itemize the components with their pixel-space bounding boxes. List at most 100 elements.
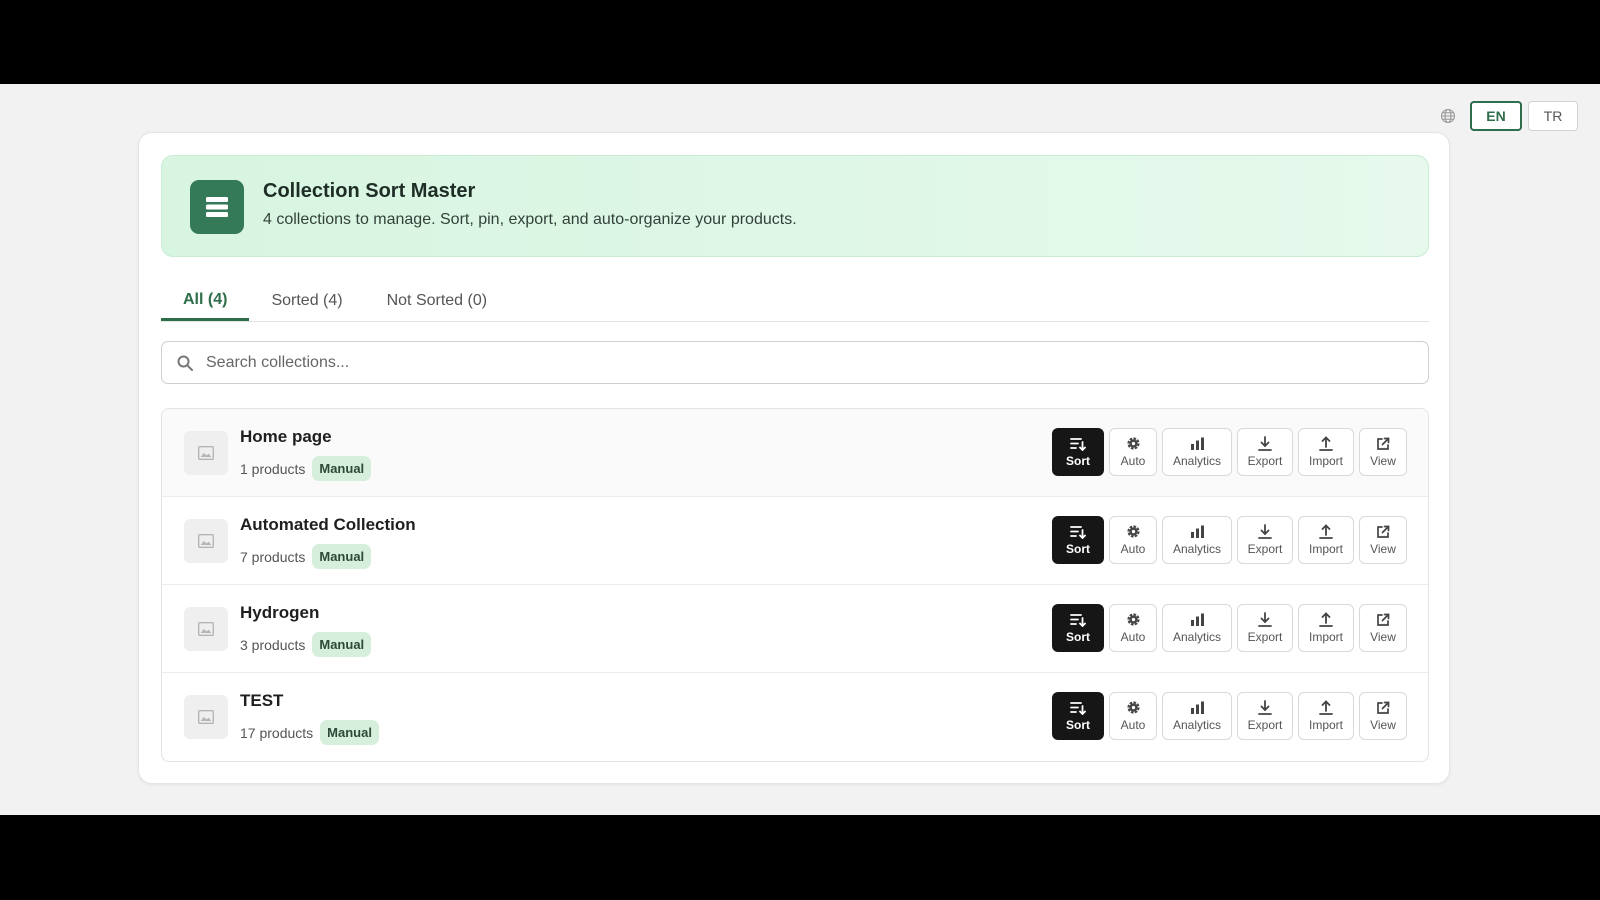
image-placeholder-icon — [198, 710, 214, 724]
export-button[interactable]: Export — [1237, 692, 1293, 740]
view-button[interactable]: View — [1359, 604, 1407, 652]
import-button[interactable]: Import — [1298, 692, 1354, 740]
sort-button-label: Sort — [1066, 629, 1090, 644]
collection-title[interactable]: Automated Collection — [240, 515, 416, 535]
upload-icon — [1319, 700, 1333, 718]
search-icon — [176, 354, 194, 372]
export-button-label: Export — [1247, 454, 1283, 468]
export-button-label: Export — [1247, 718, 1283, 732]
analytics-button-label: Analytics — [1172, 629, 1222, 644]
collection-thumbnail — [184, 695, 228, 739]
external-link-icon — [1376, 701, 1390, 718]
collection-meta: 17 products Manual — [240, 720, 379, 745]
bar-chart-icon — [1190, 701, 1205, 718]
import-button-label: Import — [1308, 542, 1343, 556]
sort-button[interactable]: Sort — [1052, 692, 1104, 740]
product-count: 7 products — [240, 548, 306, 565]
app-stage: EN TR Collection Sort Master 4 collectio… — [0, 84, 1600, 815]
auto-button[interactable]: Auto — [1109, 692, 1157, 740]
tab-sorted[interactable]: Sorted (4) — [249, 281, 364, 321]
auto-button[interactable]: Auto — [1109, 516, 1157, 564]
upload-icon — [1319, 524, 1333, 542]
view-button-label: View — [1370, 629, 1396, 644]
import-button[interactable]: Import — [1298, 428, 1354, 476]
filter-tabs: All (4) Sorted (4) Not Sorted (0) — [161, 281, 1429, 322]
upload-icon — [1319, 612, 1333, 630]
export-button-label: Export — [1247, 630, 1283, 644]
auto-button[interactable]: Auto — [1109, 604, 1157, 652]
sort-icon — [1070, 525, 1086, 542]
gear-icon — [1126, 436, 1141, 454]
bar-chart-icon — [1190, 437, 1205, 454]
image-placeholder-icon — [198, 534, 214, 548]
collection-title[interactable]: Home page — [240, 427, 332, 447]
product-count: 1 products — [240, 460, 306, 477]
collection-meta: 1 products Manual — [240, 456, 372, 481]
bar-chart-icon — [1190, 613, 1205, 630]
view-button-label: View — [1370, 541, 1396, 556]
external-link-icon — [1376, 613, 1390, 630]
row-actions: Sort Auto Analytics Export Import View — [1052, 604, 1407, 652]
view-button[interactable]: View — [1359, 692, 1407, 740]
upload-icon — [1319, 436, 1333, 454]
auto-button[interactable]: Auto — [1109, 428, 1157, 476]
product-count: 3 products — [240, 636, 306, 653]
auto-button-label: Auto — [1120, 718, 1146, 732]
auto-button-label: Auto — [1120, 630, 1146, 644]
download-icon — [1258, 436, 1272, 454]
language-tr-button[interactable]: TR — [1528, 101, 1578, 131]
collection-thumbnail — [184, 607, 228, 651]
import-button[interactable]: Import — [1298, 604, 1354, 652]
sort-button-label: Sort — [1066, 541, 1090, 556]
view-button[interactable]: View — [1359, 428, 1407, 476]
sort-type-badge: Manual — [320, 720, 379, 745]
row-actions: Sort Auto Analytics Export Import View — [1052, 692, 1407, 740]
globe-icon — [1440, 108, 1456, 124]
gear-icon — [1126, 612, 1141, 630]
page-subtitle: 4 collections to manage. Sort, pin, expo… — [263, 211, 797, 228]
import-button[interactable]: Import — [1298, 516, 1354, 564]
page-title: Collection Sort Master — [263, 180, 476, 202]
gear-icon — [1126, 524, 1141, 542]
sort-button[interactable]: Sort — [1052, 516, 1104, 564]
language-en-button[interactable]: EN — [1470, 101, 1522, 131]
export-button-label: Export — [1247, 542, 1283, 556]
download-icon — [1258, 612, 1272, 630]
sort-button-label: Sort — [1066, 453, 1090, 468]
download-icon — [1258, 524, 1272, 542]
sort-button-label: Sort — [1066, 717, 1090, 732]
sort-type-badge: Manual — [312, 544, 372, 569]
import-button-label: Import — [1308, 718, 1343, 732]
export-button[interactable]: Export — [1237, 428, 1293, 476]
sort-button[interactable]: Sort — [1052, 428, 1104, 476]
view-button[interactable]: View — [1359, 516, 1407, 564]
collection-title[interactable]: Hydrogen — [240, 603, 319, 623]
product-count: 17 products — [240, 724, 314, 741]
sort-button[interactable]: Sort — [1052, 604, 1104, 652]
image-placeholder-icon — [198, 622, 214, 636]
search-input[interactable] — [204, 352, 1388, 373]
export-button[interactable]: Export — [1237, 516, 1293, 564]
auto-button-label: Auto — [1120, 542, 1146, 556]
image-placeholder-icon — [198, 446, 214, 460]
search-box — [161, 341, 1429, 384]
tab-not-sorted[interactable]: Not Sorted (0) — [365, 281, 509, 321]
analytics-button[interactable]: Analytics — [1162, 516, 1232, 564]
sort-type-badge: Manual — [312, 456, 372, 481]
analytics-button[interactable]: Analytics — [1162, 428, 1232, 476]
export-button[interactable]: Export — [1237, 604, 1293, 652]
collection-title[interactable]: TEST — [240, 691, 283, 711]
analytics-button[interactable]: Analytics — [1162, 604, 1232, 652]
sort-icon — [1070, 613, 1086, 630]
sort-icon — [1070, 701, 1086, 718]
collection-thumbnail — [184, 431, 228, 475]
tab-all[interactable]: All (4) — [161, 281, 250, 321]
analytics-button[interactable]: Analytics — [1162, 692, 1232, 740]
collection-row: Automated Collection 7 products Manual S… — [162, 497, 1428, 585]
import-button-label: Import — [1308, 454, 1343, 468]
main-card: Collection Sort Master 4 collections to … — [138, 132, 1450, 784]
view-button-label: View — [1370, 717, 1396, 732]
sort-type-badge: Manual — [312, 632, 372, 657]
sort-icon — [1070, 437, 1086, 454]
analytics-button-label: Analytics — [1172, 717, 1222, 732]
